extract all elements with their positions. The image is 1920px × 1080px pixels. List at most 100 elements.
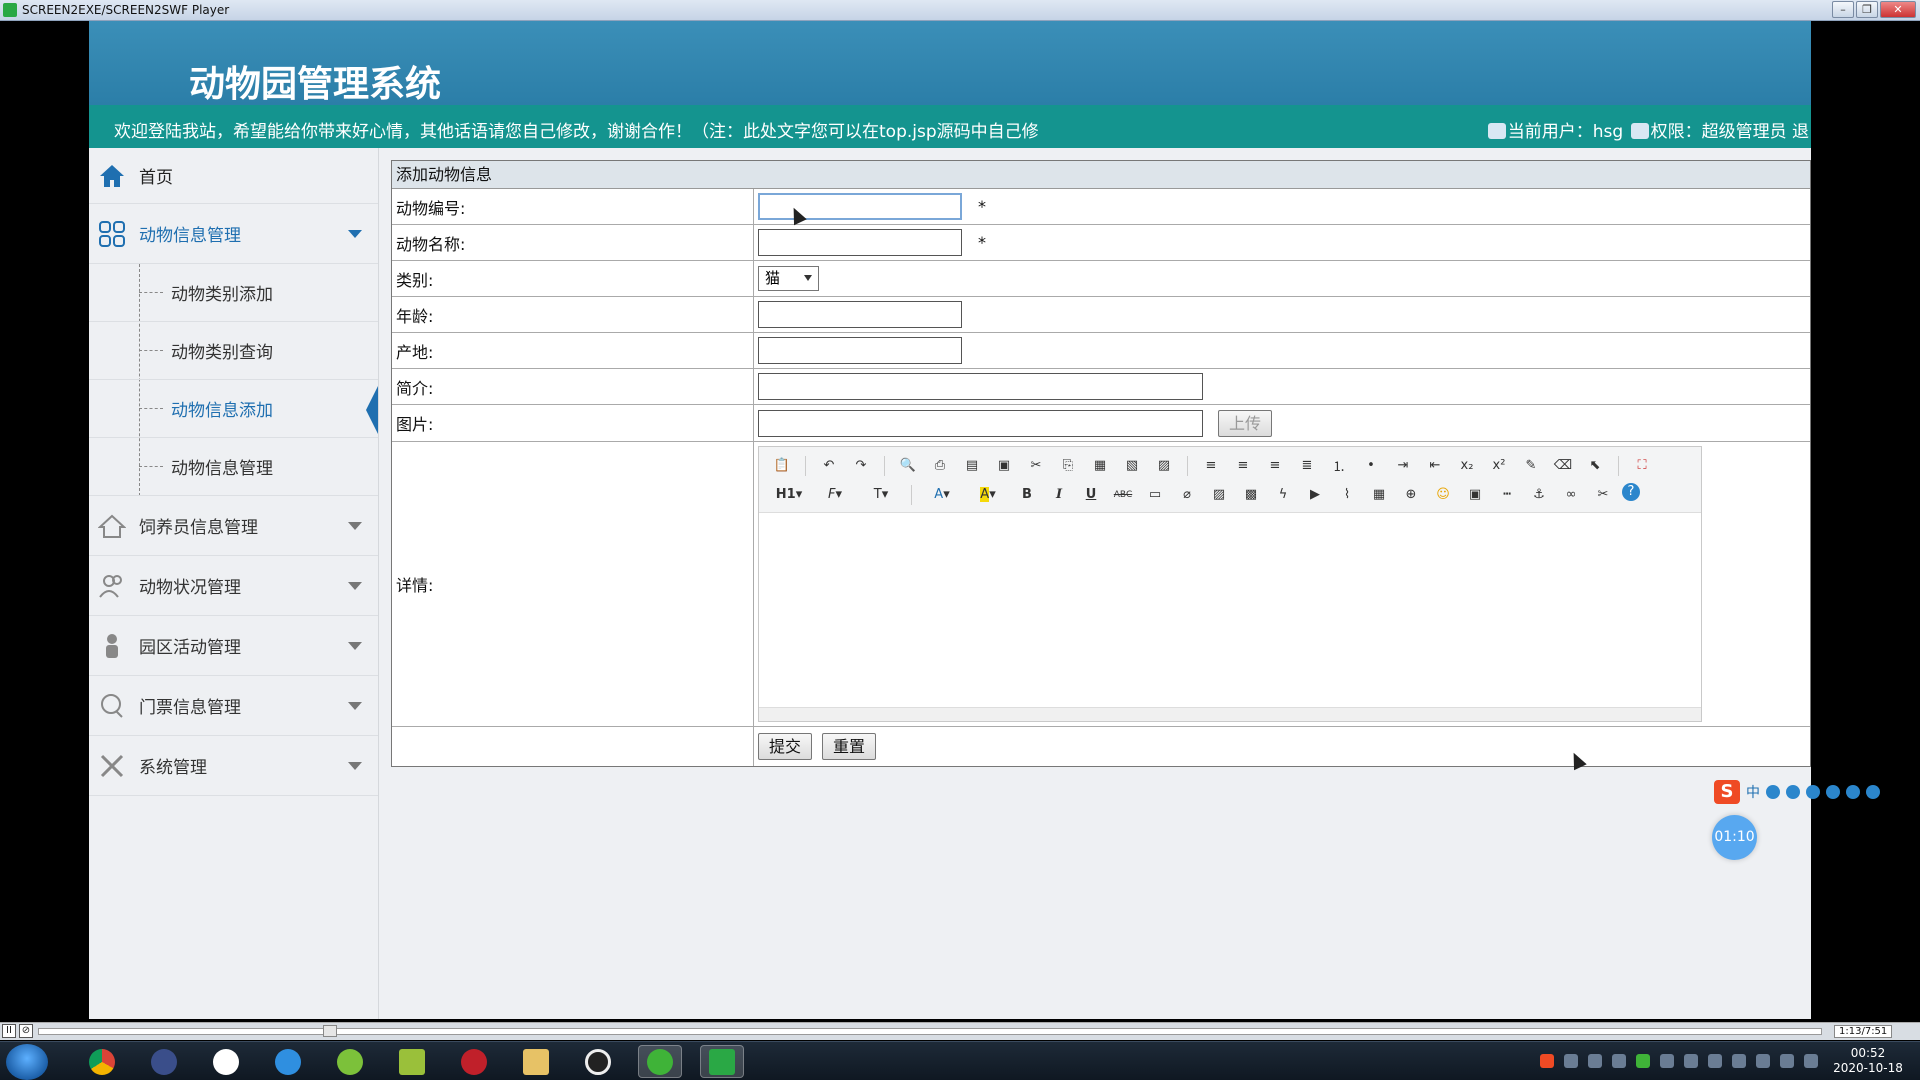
underline-button[interactable]: U — [1078, 483, 1104, 507]
sidebar-group-animal-status[interactable]: 动物状况管理 — [89, 556, 378, 616]
font-color-button[interactable]: A ▾ — [922, 483, 962, 507]
tray-app-icon[interactable] — [1588, 1054, 1602, 1068]
strikethrough-button[interactable]: ABC — [1110, 483, 1136, 507]
sogou-logo[interactable]: S — [1714, 780, 1740, 804]
outdent-icon[interactable]: ⇤ — [1422, 454, 1448, 478]
font-family-button[interactable]: F ▾ — [815, 483, 855, 507]
multi-image-icon[interactable]: ▩ — [1238, 483, 1264, 507]
font-size-button[interactable]: T ▾ — [861, 483, 901, 507]
tray-qq-icon[interactable] — [1708, 1054, 1722, 1068]
map-icon[interactable]: ▣ — [1462, 483, 1488, 507]
ime-voice-icon[interactable] — [1806, 785, 1820, 799]
sidebar-item-animal-add[interactable]: 动物信息添加 — [89, 380, 378, 438]
image-path-input[interactable] — [758, 409, 1203, 437]
submit-button[interactable]: 提交 — [758, 733, 813, 760]
sidebar-item-home[interactable]: 首页 — [89, 148, 378, 204]
folder-icon[interactable] — [514, 1045, 558, 1078]
italic-button[interactable]: I — [1046, 483, 1072, 507]
animal-name-input[interactable] — [758, 229, 962, 256]
clear-format-icon[interactable]: ⌫ — [1550, 454, 1576, 478]
restore-button[interactable]: ❐ — [1856, 1, 1878, 18]
recording-timer[interactable]: 01:10 — [1712, 815, 1757, 860]
photos-icon[interactable] — [204, 1045, 248, 1078]
select-icon[interactable]: ⬉ — [1582, 454, 1608, 478]
preview-icon[interactable]: 🔍 — [895, 454, 921, 478]
ime-keyboard-icon[interactable] — [1826, 785, 1840, 799]
cut-icon[interactable]: ✂ — [1023, 454, 1049, 478]
animal-no-input[interactable] — [758, 193, 962, 220]
tray-flag-icon[interactable] — [1804, 1054, 1818, 1068]
wechat-icon[interactable] — [638, 1045, 682, 1078]
sidebar-group-system[interactable]: 系统管理 — [89, 736, 378, 796]
tray-app-icon[interactable] — [1684, 1054, 1698, 1068]
age-input[interactable] — [758, 301, 962, 328]
heading-button[interactable]: H1 ▾ — [769, 483, 809, 507]
qq-icon[interactable] — [576, 1045, 620, 1078]
progress-track[interactable] — [38, 1028, 1822, 1035]
flash-icon[interactable] — [452, 1045, 496, 1078]
emoticon-icon[interactable]: ☺ — [1430, 483, 1456, 507]
sidebar-item-category-query[interactable]: 动物类别查询 — [89, 322, 378, 380]
tray-app-icon[interactable] — [1732, 1054, 1746, 1068]
pagebreak-icon[interactable]: ┅ — [1494, 483, 1520, 507]
hr-icon[interactable]: ▭ — [1142, 483, 1168, 507]
format-brush-icon[interactable]: ✎ — [1518, 454, 1544, 478]
fullscreen-icon[interactable]: ⛶ — [1629, 454, 1655, 478]
sidebar-group-keeper[interactable]: 饲养员信息管理 — [89, 496, 378, 556]
ime-menu-icon[interactable] — [1866, 785, 1880, 799]
attachment-icon[interactable]: ⌇ — [1334, 483, 1360, 507]
reset-button[interactable]: 重置 — [822, 733, 877, 760]
bold-button[interactable]: B — [1014, 483, 1040, 507]
paste-word-icon[interactable]: ▨ — [1151, 454, 1177, 478]
permission-text[interactable]: 权限：超级管理员 退 — [1651, 122, 1809, 142]
help-icon[interactable]: ? — [1622, 482, 1640, 501]
insert-icon[interactable]: ⊕ — [1398, 483, 1424, 507]
tray-network-icon[interactable] — [1756, 1054, 1770, 1068]
template-icon[interactable]: ▤ — [959, 454, 985, 478]
ime-skin-icon[interactable] — [1846, 785, 1860, 799]
editor-resize-handle[interactable] — [759, 707, 1701, 721]
upload-button[interactable]: 上传 — [1218, 409, 1272, 437]
ordered-list-icon[interactable]: ⒈ — [1326, 454, 1352, 478]
anchor-icon[interactable]: ⚓ — [1526, 483, 1552, 507]
sidebar-group-animal-info[interactable]: 动物信息管理 — [89, 204, 378, 264]
origin-input[interactable] — [758, 337, 962, 364]
ime-language[interactable]: 中 — [1746, 782, 1760, 802]
unordered-list-icon[interactable]: • — [1358, 454, 1384, 478]
progress-thumb[interactable] — [323, 1025, 337, 1037]
copy-icon[interactable]: ⎘ — [1055, 454, 1081, 478]
ime-punct-icon[interactable] — [1766, 785, 1780, 799]
tray-app-icon[interactable] — [1780, 1054, 1794, 1068]
table-icon[interactable]: ▦ — [1366, 483, 1392, 507]
link-icon[interactable]: ∞ — [1558, 483, 1584, 507]
unlink-icon[interactable]: ✂ — [1590, 483, 1616, 507]
taskbar-clock[interactable]: 00:52 2020-10-18 — [1818, 1046, 1918, 1076]
subscript-icon[interactable]: x₂ — [1454, 454, 1480, 478]
stop-button[interactable]: ⊘ — [19, 1024, 33, 1038]
player-task-icon[interactable] — [700, 1045, 744, 1078]
media-icon[interactable]: ▶ — [1302, 483, 1328, 507]
sidebar-group-activity[interactable]: 园区活动管理 — [89, 616, 378, 676]
tray-sogou-icon[interactable] — [1540, 1054, 1554, 1068]
align-center-icon[interactable]: ≡ — [1230, 454, 1256, 478]
category-select[interactable]: 猫 — [758, 266, 819, 291]
intro-input[interactable] — [758, 373, 1203, 400]
app-icon[interactable] — [142, 1045, 186, 1078]
browser-icon[interactable] — [266, 1045, 310, 1078]
superscript-icon[interactable]: x² — [1486, 454, 1512, 478]
sidebar-item-animal-manage[interactable]: 动物信息管理 — [89, 438, 378, 496]
sidebar-group-ticket[interactable]: 门票信息管理 — [89, 676, 378, 736]
flash-icon[interactable]: ϟ — [1270, 483, 1296, 507]
paste-plain-icon[interactable]: ▦ — [1087, 454, 1113, 478]
align-justify-icon[interactable]: ≣ — [1294, 454, 1320, 478]
align-right-icon[interactable]: ≡ — [1262, 454, 1288, 478]
start-button[interactable] — [6, 1044, 48, 1080]
green-app-icon[interactable] — [328, 1045, 372, 1078]
ime-emoji-icon[interactable] — [1786, 785, 1800, 799]
chrome-icon[interactable] — [80, 1045, 124, 1078]
image-icon[interactable]: ▨ — [1206, 483, 1232, 507]
minimize-button[interactable]: – — [1832, 1, 1854, 18]
tray-shield-icon[interactable] — [1612, 1054, 1626, 1068]
notes-icon[interactable] — [390, 1045, 434, 1078]
ime-toolbar[interactable]: S 中 — [1714, 780, 1880, 804]
